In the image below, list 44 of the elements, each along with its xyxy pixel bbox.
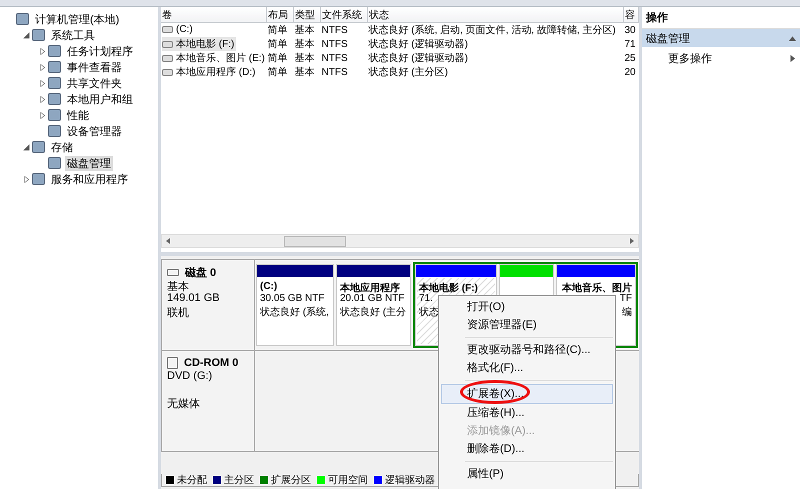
table-cell: NTFS [322,38,348,50]
table-cell: 简单 [268,67,288,78]
partition-text: (C:) [260,281,278,293]
partition-text: 30.05 GB NTF [260,293,324,305]
table-cell: 基本 [294,25,314,36]
disk-detail: DVD (G:) [167,370,214,383]
partition-text: 编 [622,306,632,317]
table-cell: NTFS [322,52,348,64]
legend-label: 未分配 [177,474,207,487]
table-cell: 状态良好 (逻辑驱动器) [368,39,468,50]
disk-detail: 基本 [167,280,190,292]
table-cell: NTFS [322,66,348,78]
partition-text: 71. [419,293,433,305]
legend-label: 扩展分区 [271,474,311,487]
table-cell: 30 [624,24,636,36]
partition-text: 本地音乐、图片 [562,281,632,293]
disk-name: CD-ROM 0 [184,357,238,369]
table-cell: 状态良好 (逻辑驱动器) [368,53,468,64]
partition-text: 状态良好 (主分 [340,306,406,317]
legend-label: 主分区 [224,474,254,487]
disk-name: 磁盘 0 [185,266,216,280]
table-cell: 简单 [268,39,288,50]
table-cell: 简单 [268,25,288,36]
table-cell: 状态良好 (系统, 启动, 页面文件, 活动, 故障转储, 主分区) [368,25,616,36]
legend-label: 可用空间 [328,474,368,487]
partition-text: 本地电影 (F:) [419,282,478,293]
table-cell: 20 [624,66,636,78]
disk-detail: 联机 [167,306,190,318]
partition-text: 状态 [419,306,439,317]
partition-text: 状态良好 (系统, [260,306,329,317]
disk-detail: 无媒体 [167,397,201,409]
partition-text: TF [620,293,632,305]
legend-label: 逻辑驱动器 [385,474,435,487]
partition-text: 本地应用程序 [340,281,400,293]
partition-text: 20.01 GB NTF [340,293,404,305]
table-cell: 基本 [294,39,314,50]
table-cell: 71 [624,38,636,50]
disk-detail: 149.01 GB [167,292,221,305]
table-cell: NTFS [322,24,348,36]
table-cell: 状态良好 (主分区) [368,67,448,78]
table-cell: 基本 [294,67,314,78]
table-cell: 25 [624,52,636,64]
table-cell: 基本 [294,53,314,64]
table-cell: 简单 [268,53,288,64]
